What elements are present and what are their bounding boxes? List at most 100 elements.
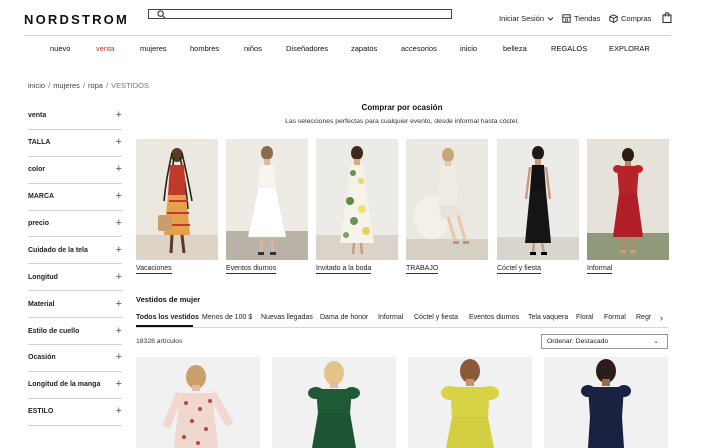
tabs-divider <box>136 327 668 328</box>
filter-label: Material <box>28 300 55 308</box>
stores-link[interactable]: Tiendas <box>562 14 600 23</box>
occasion-subtitle: Las selecciones perfectas para cualquier… <box>285 118 519 125</box>
chevron-down-icon <box>547 16 554 21</box>
filter-occasion[interactable]: Ocasión + <box>28 345 122 372</box>
nav-item-sale[interactable]: venta <box>96 44 114 53</box>
shopping-bag-button[interactable] <box>662 12 672 23</box>
tab-denim[interactable]: Tela vaquera <box>528 314 568 321</box>
category-tabs: Todos los vestidos Menos de 100 $ Nuevas… <box>136 311 656 327</box>
nav-item-designers[interactable]: Diseñadores <box>286 44 328 53</box>
filter-material[interactable]: Material + <box>28 291 122 319</box>
tab-gift[interactable]: Regr <box>636 314 651 321</box>
occasion-label[interactable]: Cóctel y fiesta <box>497 264 541 274</box>
store-icon <box>562 14 571 23</box>
nav-item-explore[interactable]: EXPLORAR <box>609 44 650 53</box>
occasion-image <box>316 139 398 260</box>
filter-sleeve-length[interactable]: Longitud de la manga + <box>28 372 122 399</box>
orders-label: Compras <box>621 14 652 23</box>
orders-link[interactable]: Compras <box>609 14 651 23</box>
product-image-floral-dress[interactable] <box>136 357 260 448</box>
filter-neckline[interactable]: Estilo de cuello + <box>28 318 122 346</box>
nav-item-shoes[interactable]: zapatos <box>351 44 377 53</box>
plus-icon: + <box>115 351 122 364</box>
product-image-navy-dress[interactable] <box>544 357 668 448</box>
tab-formal[interactable]: Formal <box>604 314 626 321</box>
product-image-green-dress[interactable] <box>272 357 396 448</box>
plus-icon: + <box>115 270 122 283</box>
nav-item-women[interactable]: mujeres <box>140 44 167 53</box>
header-divider <box>24 35 671 36</box>
signin-label: Iniciar Sesión <box>499 14 545 23</box>
filter-sidebar: venta + TALLA + color + MARCA + precio + Cuid… <box>28 103 122 426</box>
tab-cocktail-party[interactable]: Cóctel y fiesta <box>414 314 458 321</box>
breadcrumb-home[interactable]: inicio <box>28 81 45 90</box>
plus-icon: + <box>115 378 122 391</box>
occasion-card-wedding-guest[interactable]: Invitado a la boda <box>316 139 398 274</box>
tab-all-dresses[interactable]: Todos los vestidos <box>136 314 199 321</box>
main-nav: nuevo venta mujeres hombres niños Diseña… <box>0 44 711 54</box>
tab-bridesmaid[interactable]: Dama de honor <box>320 314 368 321</box>
filter-style[interactable]: ESTILO + <box>28 399 122 426</box>
search-input[interactable] <box>148 9 452 19</box>
occasion-card-work[interactable]: TRABAJO <box>406 139 488 274</box>
filter-label: TALLA <box>28 139 51 147</box>
filter-label: Cuidado de la tela <box>28 246 88 254</box>
filter-label: Longitud de la manga <box>28 381 101 389</box>
signin-menu[interactable]: Iniciar Sesión <box>499 14 554 23</box>
filter-label: MARCA <box>28 193 55 201</box>
nav-item-new[interactable]: nuevo <box>50 44 70 53</box>
chevron-right-icon[interactable]: › <box>660 313 663 323</box>
tab-daytime-events[interactable]: Eventos diurnos <box>469 314 519 321</box>
occasion-image <box>226 139 308 260</box>
filter-fabric-care[interactable]: Cuidado de la tela + <box>28 237 122 265</box>
breadcrumb-women[interactable]: mujeres <box>53 81 80 90</box>
nordstrom-logo[interactable]: NORDSTROM <box>24 12 129 27</box>
box-icon <box>609 14 618 23</box>
product-image-yellow-dress[interactable] <box>408 357 532 448</box>
tab-floral[interactable]: Floral <box>576 314 594 321</box>
plus-icon: + <box>115 190 122 203</box>
chevron-down-icon: ⌄ <box>653 338 659 345</box>
breadcrumb: inicio / mujeres / ropa / VESTIDOS <box>28 81 149 90</box>
nav-item-accessories[interactable]: accesorios <box>401 44 437 53</box>
occasion-label[interactable]: Eventos diurnos <box>226 264 277 274</box>
filter-color[interactable]: color + <box>28 157 122 184</box>
filter-sale[interactable]: venta + <box>28 103 122 130</box>
breadcrumb-separator: / <box>105 81 109 90</box>
occasion-image <box>587 139 669 260</box>
breadcrumb-current: VESTIDOS <box>111 81 150 90</box>
nav-item-kids[interactable]: niños <box>244 44 262 53</box>
sort-select[interactable]: Ordenar: Destacado ⌄ <box>541 334 668 349</box>
section-title: Vestidos de mujer <box>136 295 201 304</box>
filter-price[interactable]: precio + <box>28 211 122 238</box>
nav-item-gifts[interactable]: REGALOS <box>551 44 587 53</box>
occasion-card-daytime-events[interactable]: Eventos diurnos <box>226 139 308 274</box>
plus-icon: + <box>115 163 122 176</box>
shopping-bag-icon <box>662 12 672 23</box>
occasion-image <box>406 139 488 260</box>
nav-item-men[interactable]: hombres <box>190 44 219 53</box>
occasion-card-casual[interactable]: Informal <box>587 139 669 274</box>
occasion-label[interactable]: Informal <box>587 264 613 274</box>
filter-brand[interactable]: MARCA + <box>28 184 122 211</box>
breadcrumb-clothing[interactable]: ropa <box>88 81 103 90</box>
plus-icon: + <box>115 297 122 310</box>
occasion-image <box>136 139 218 260</box>
occasion-card-cocktail-party[interactable]: Cóctel y fiesta <box>497 139 579 274</box>
tab-casual[interactable]: Informal <box>378 314 403 321</box>
search-icon <box>157 10 166 19</box>
occasion-image <box>497 139 579 260</box>
plus-icon: + <box>115 243 122 256</box>
tab-under-100[interactable]: Menos de 100 $ <box>202 314 252 321</box>
occasion-label[interactable]: Vacaciones <box>136 264 172 274</box>
filter-label: venta <box>28 112 47 120</box>
filter-label: precio <box>28 220 50 227</box>
occasion-label[interactable]: TRABAJO <box>406 264 439 274</box>
nav-item-beauty[interactable]: belleza <box>503 44 527 53</box>
tab-new-arrivals[interactable]: Nuevas llegadas <box>261 314 313 321</box>
nav-item-home[interactable]: inicio <box>460 44 477 53</box>
occasion-label[interactable]: Invitado a la boda <box>316 264 372 274</box>
filter-size[interactable]: TALLA + <box>28 130 122 157</box>
filter-length[interactable]: Longitud + <box>28 264 122 292</box>
occasion-card-vacation[interactable]: Vacaciones <box>136 139 218 274</box>
